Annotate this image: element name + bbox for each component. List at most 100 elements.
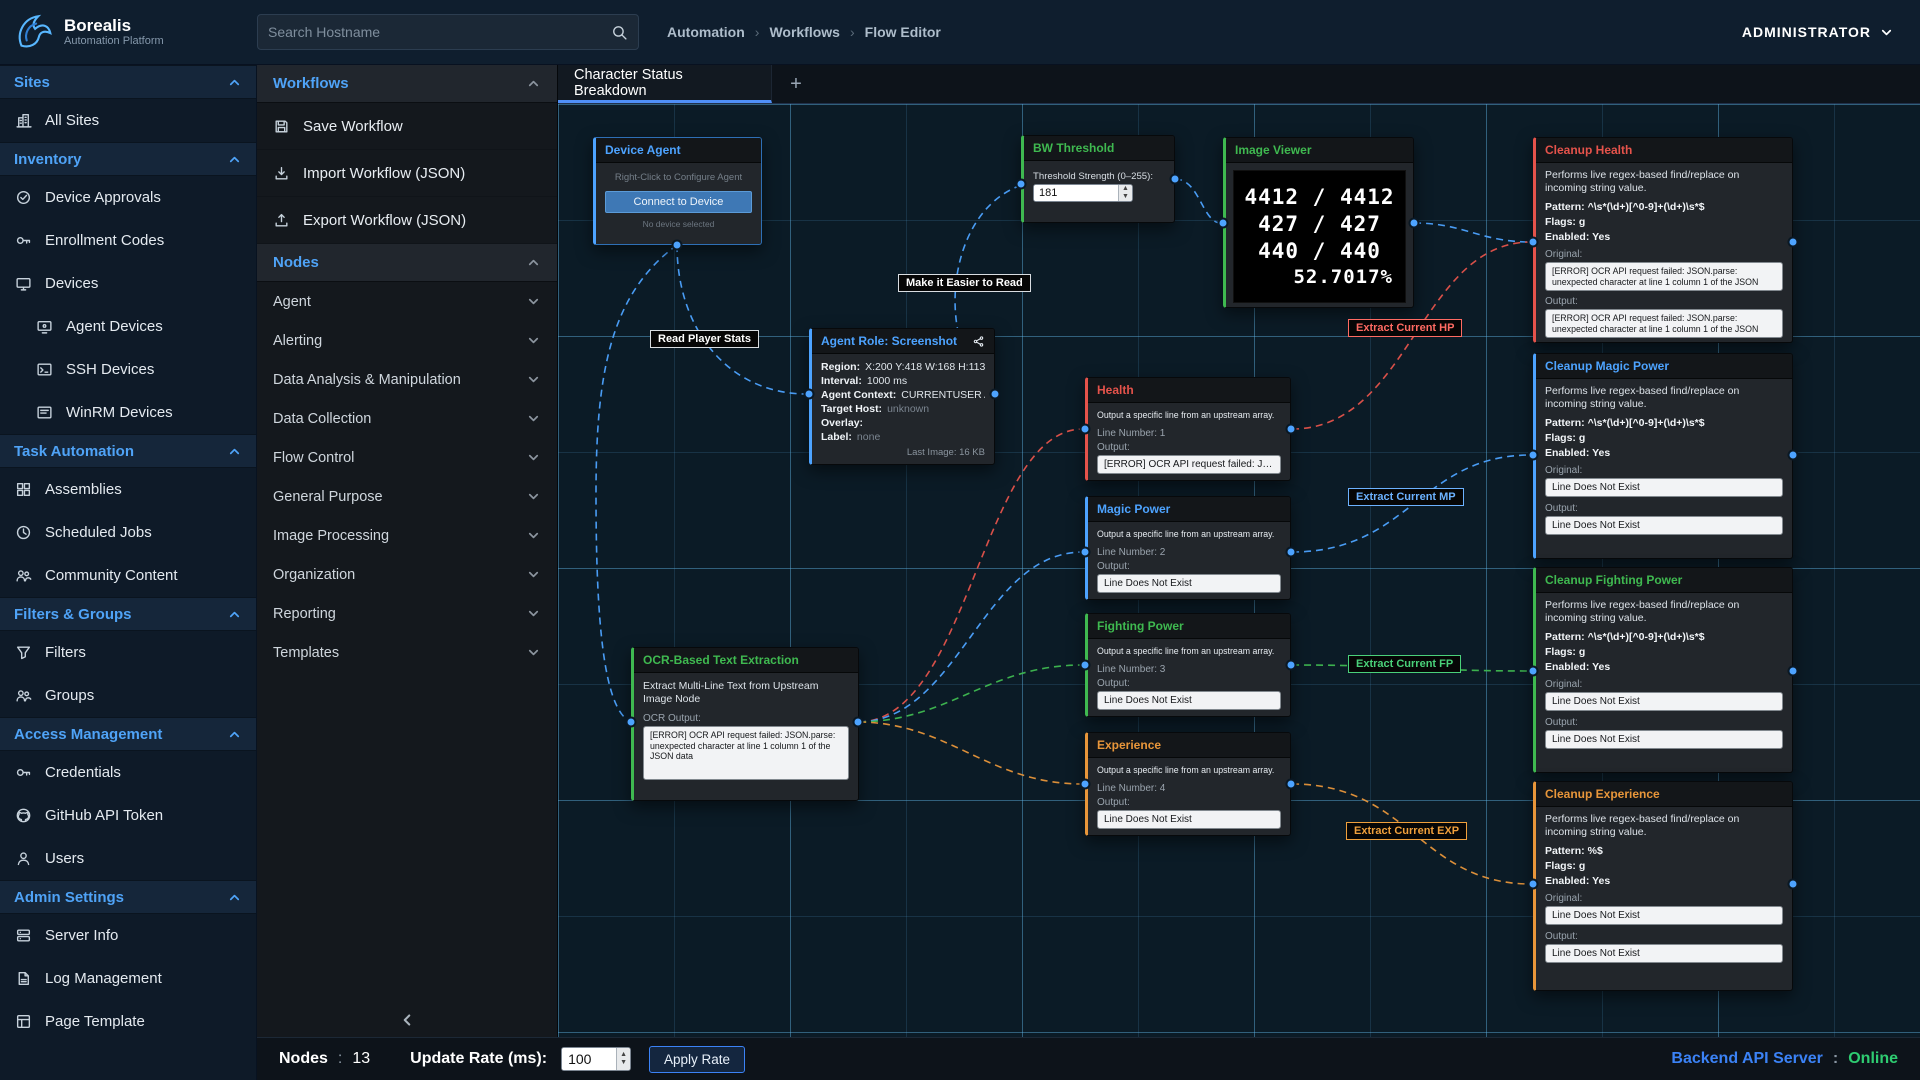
node-fighting-power[interactable]: Fighting Power Output a specific line fr… — [1085, 613, 1291, 717]
node-ocr-extraction[interactable]: OCR-Based Text Extraction Extract Multi-… — [631, 647, 859, 801]
sidebar-section-sites[interactable]: Sites — [0, 65, 256, 99]
apply-rate-button[interactable]: Apply Rate — [649, 1046, 745, 1073]
share-icon[interactable] — [972, 335, 985, 348]
connect-to-device-button[interactable]: Connect to Device — [605, 191, 752, 213]
ocr-output-field[interactable]: [ERROR] OCR API request failed: JSON.par… — [643, 726, 849, 780]
port[interactable] — [1788, 450, 1799, 461]
port[interactable] — [1080, 779, 1091, 790]
sidebar-item-github-api-token[interactable]: GitHub API Token — [0, 794, 256, 837]
sidebar-section-inventory[interactable]: Inventory — [0, 142, 256, 176]
node-category-templates[interactable]: Templates — [257, 633, 557, 672]
port[interactable] — [1218, 218, 1229, 229]
original-field[interactable]: Line Does Not Exist — [1545, 692, 1783, 711]
user-menu[interactable]: ADMINISTRATOR — [1742, 24, 1894, 40]
node-category-flow-control[interactable]: Flow Control — [257, 438, 557, 477]
node-cleanup-fighting-power[interactable]: Cleanup Fighting Power Performs live reg… — [1533, 567, 1793, 773]
node-magic-power[interactable]: Magic Power Output a specific line from … — [1085, 496, 1291, 600]
original-field[interactable]: [ERROR] OCR API request failed: JSON.par… — [1545, 262, 1783, 291]
search-input[interactable] — [268, 24, 603, 40]
sidebar-item-page-template[interactable]: Page Template — [0, 1000, 256, 1043]
port[interactable] — [1286, 779, 1297, 790]
original-field[interactable]: Line Does Not Exist — [1545, 906, 1783, 925]
update-rate-input[interactable] — [562, 1048, 616, 1070]
sidebar-item-users[interactable]: Users — [0, 837, 256, 880]
node-category-image-processing[interactable]: Image Processing — [257, 516, 557, 555]
breadcrumb-workflows[interactable]: Workflows — [769, 24, 840, 40]
sidebar-item-devices[interactable]: Devices — [0, 262, 256, 305]
number-spinner[interactable]: ▲▼ — [616, 1048, 630, 1070]
breadcrumb-automation[interactable]: Automation — [667, 24, 745, 40]
port[interactable] — [990, 389, 1001, 400]
port[interactable] — [853, 717, 864, 728]
port[interactable] — [1528, 450, 1539, 461]
node-category-reporting[interactable]: Reporting — [257, 594, 557, 633]
sidebar-section-admin-settings[interactable]: Admin Settings — [0, 880, 256, 914]
sidebar-item-credentials[interactable]: Credentials — [0, 751, 256, 794]
sidebar-section-filters-groups[interactable]: Filters & Groups — [0, 597, 256, 631]
save-workflow-button[interactable]: Save Workflow — [257, 103, 557, 150]
import-workflow-button[interactable]: Import Workflow (JSON) — [257, 150, 557, 197]
port[interactable] — [1080, 660, 1091, 671]
sidebar-item-filters[interactable]: Filters — [0, 631, 256, 674]
node-category-alerting[interactable]: Alerting — [257, 321, 557, 360]
sidebar-item-log-management[interactable]: Log Management — [0, 957, 256, 1000]
sidebar-item-assemblies[interactable]: Assemblies — [0, 468, 256, 511]
flow-canvas[interactable]: Device Agent Right-Click to Configure Ag… — [558, 104, 1920, 1037]
node-category-data-collection[interactable]: Data Collection — [257, 399, 557, 438]
output-field[interactable]: Line Does Not Exist — [1097, 691, 1281, 710]
port[interactable] — [1286, 424, 1297, 435]
sidebar-item-scheduled-jobs[interactable]: Scheduled Jobs — [0, 511, 256, 554]
node-cleanup-health[interactable]: Cleanup Health Performs live regex-based… — [1533, 137, 1793, 343]
number-spinner[interactable]: ▲▼ — [1118, 185, 1132, 201]
port[interactable] — [1286, 547, 1297, 558]
original-field[interactable]: Line Does Not Exist — [1545, 478, 1783, 497]
breadcrumb-flow-editor[interactable]: Flow Editor — [865, 24, 941, 40]
output-field[interactable]: [ERROR] OCR API request failed: JSON.par — [1097, 455, 1281, 474]
node-category-data-analysis[interactable]: Data Analysis & Manipulation — [257, 360, 557, 399]
output-field[interactable]: Line Does Not Exist — [1545, 944, 1783, 963]
port[interactable] — [1788, 666, 1799, 677]
palette-header-nodes[interactable]: Nodes — [257, 244, 557, 282]
port[interactable] — [1788, 237, 1799, 248]
port[interactable] — [1286, 660, 1297, 671]
output-field[interactable]: [ERROR] OCR API request failed: JSON.par… — [1545, 309, 1783, 338]
port[interactable] — [1080, 424, 1091, 435]
output-field[interactable]: Line Does Not Exist — [1097, 574, 1281, 593]
port[interactable] — [1788, 879, 1799, 890]
export-workflow-button[interactable]: Export Workflow (JSON) — [257, 197, 557, 244]
sidebar-item-all-sites[interactable]: All Sites — [0, 99, 256, 142]
node-category-general-purpose[interactable]: General Purpose — [257, 477, 557, 516]
sidebar-item-community-content[interactable]: Community Content — [0, 554, 256, 597]
node-device-agent[interactable]: Device Agent Right-Click to Configure Ag… — [593, 137, 762, 245]
port[interactable] — [804, 389, 815, 400]
node-bw-threshold[interactable]: BW Threshold Threshold Strength (0–255):… — [1021, 135, 1175, 223]
sidebar-item-ssh-devices[interactable]: SSH Devices — [0, 348, 256, 391]
output-field[interactable]: Line Does Not Exist — [1097, 810, 1281, 829]
port[interactable] — [1170, 174, 1181, 185]
node-experience[interactable]: Experience Output a specific line from a… — [1085, 732, 1291, 836]
sidebar-item-server-info[interactable]: Server Info — [0, 914, 256, 957]
port[interactable] — [1528, 879, 1539, 890]
sidebar-section-access-management[interactable]: Access Management — [0, 717, 256, 751]
sidebar-item-groups[interactable]: Groups — [0, 674, 256, 717]
port[interactable] — [1080, 547, 1091, 558]
port[interactable] — [672, 240, 683, 251]
port[interactable] — [1528, 666, 1539, 677]
port[interactable] — [1528, 237, 1539, 248]
threshold-input[interactable] — [1034, 185, 1118, 201]
output-field[interactable]: Line Does Not Exist — [1545, 730, 1783, 749]
sidebar-item-agent-devices[interactable]: Agent Devices — [0, 305, 256, 348]
node-category-organization[interactable]: Organization — [257, 555, 557, 594]
port[interactable] — [1409, 218, 1420, 229]
add-tab-button[interactable]: + — [772, 65, 820, 103]
sidebar-item-device-approvals[interactable]: Device Approvals — [0, 176, 256, 219]
palette-collapse-button[interactable] — [257, 1003, 557, 1037]
output-field[interactable]: Line Does Not Exist — [1545, 516, 1783, 535]
palette-header-workflows[interactable]: Workflows — [257, 65, 557, 103]
node-category-agent[interactable]: Agent — [257, 282, 557, 321]
sidebar-section-task-automation[interactable]: Task Automation — [0, 434, 256, 468]
node-health[interactable]: Health Output a specific line from an up… — [1085, 377, 1291, 481]
node-image-viewer[interactable]: Image Viewer 4412 / 4412 427 / 427 440 /… — [1223, 137, 1414, 308]
port[interactable] — [1016, 179, 1027, 190]
tab-character-status-breakdown[interactable]: Character Status Breakdown — [558, 65, 772, 103]
